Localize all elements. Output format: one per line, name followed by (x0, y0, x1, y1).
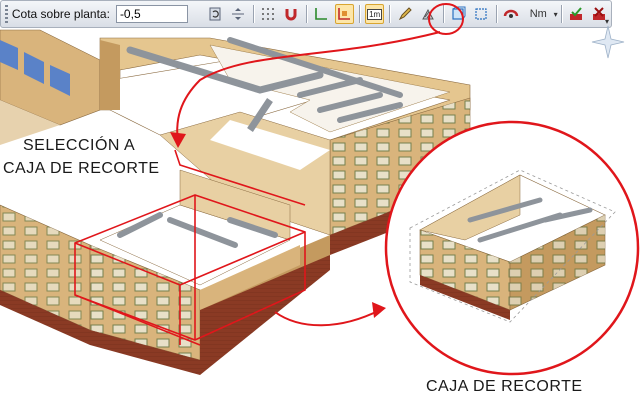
ortho-icon[interactable] (334, 4, 355, 24)
orbit-icon[interactable] (502, 4, 521, 24)
check-icon[interactable] (567, 4, 586, 24)
building-left-wing (0, 29, 101, 145)
scale-icon[interactable]: 1m (365, 4, 385, 24)
refresh-icon[interactable] (205, 4, 224, 24)
toolbar: Cota sobre planta: 1m Nm ▾ (0, 0, 612, 28)
result-caption: CAJA DE RECORTE (426, 378, 583, 395)
elevation-label: Cota sobre planta: (11, 7, 110, 21)
center-icon[interactable] (228, 4, 247, 24)
building-3d-view (0, 29, 640, 376)
sparkle-icon (591, 25, 625, 59)
magnet-icon[interactable] (282, 4, 301, 24)
separator (252, 5, 254, 23)
grid-icon[interactable] (258, 4, 277, 24)
result-circle (384, 120, 640, 376)
icon-highlight (428, 3, 464, 35)
chevron-down-icon[interactable]: ▾ (554, 10, 558, 19)
pencil-icon[interactable] (395, 4, 414, 24)
nm-icon[interactable]: Nm (525, 4, 552, 24)
axis-icon[interactable] (312, 4, 331, 24)
grip-icon[interactable] (5, 5, 8, 23)
elevation-input[interactable] (115, 5, 188, 23)
selection-caption-line1: SELECCIÓN A (23, 137, 136, 154)
clip-box-alt-icon[interactable] (472, 4, 491, 24)
arrow-to-result (274, 302, 386, 327)
selection-caption-line2: CAJA DE RECORTE (3, 160, 160, 177)
